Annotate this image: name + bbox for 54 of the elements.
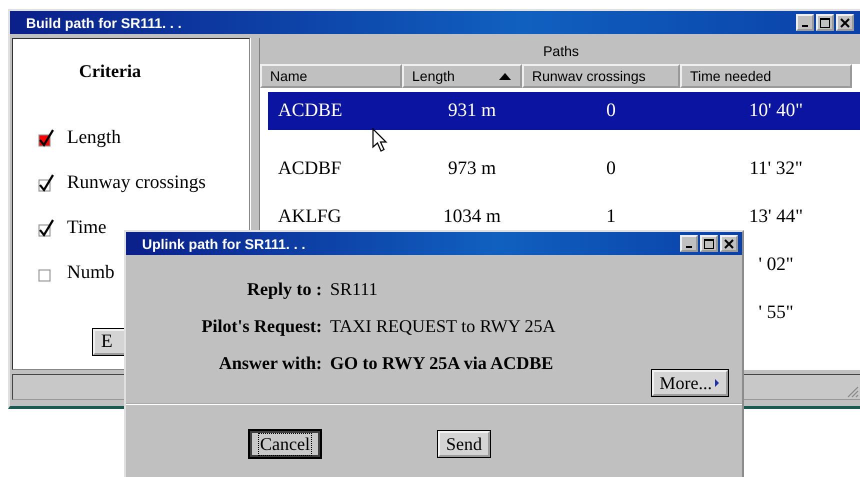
mouse-pointer-icon: [372, 128, 390, 154]
criterion-label: Runway crossings: [67, 172, 206, 194]
minimize-icon: [686, 246, 692, 248]
table-cell: 0: [606, 158, 616, 179]
minimize-button[interactable]: [680, 235, 698, 252]
field-label: Reply to :: [246, 279, 322, 300]
table-cell: ACDBE: [278, 100, 342, 121]
edit-button[interactable]: E: [93, 329, 127, 355]
table-cell: 13' 44": [749, 206, 803, 227]
criterion-label: Time: [67, 217, 106, 239]
close-button[interactable]: [720, 235, 738, 252]
table-cell: 10' 40": [749, 100, 803, 121]
field-value: SR111: [330, 279, 379, 300]
table-cell: 973 m: [448, 158, 496, 179]
column-header[interactable]: Time needed: [680, 64, 852, 88]
table-cell: 1034 m: [443, 206, 501, 227]
field-value: TAXI REQUEST to RWY 25A: [330, 316, 557, 337]
minimize-icon: [802, 25, 808, 27]
field-label: Pilot's Request:: [200, 316, 322, 337]
criteria-heading: Criteria: [79, 61, 141, 82]
table-cell: AKLFG: [278, 206, 342, 227]
checkbox[interactable]: [37, 218, 57, 238]
column-header[interactable]: Name: [260, 64, 402, 88]
maximize-icon: [704, 238, 714, 248]
column-header[interactable]: Length: [402, 64, 522, 88]
selected-row[interactable]: ACDBE 931 m 0 10' 40": [268, 92, 860, 130]
criterion-label: Numb: [67, 262, 114, 284]
field-value: GO to RWY 25A via ACDBE: [330, 353, 554, 374]
table-cell: 931 m: [448, 100, 496, 121]
close-button[interactable]: [836, 14, 854, 31]
window-title: Uplink path for SR111. . .: [142, 236, 306, 252]
field-label: Answer with:: [218, 353, 322, 374]
close-icon: [840, 18, 850, 28]
resize-grip-icon[interactable]: [847, 386, 859, 398]
checkbox[interactable]: [37, 128, 57, 148]
column-header[interactable]: Runwav crossings: [522, 64, 680, 88]
window-title: Build path for SR111. . .: [26, 14, 182, 30]
minimize-button[interactable]: [796, 14, 814, 31]
paths-header: Paths: [260, 38, 860, 64]
more-button[interactable]: More...: [652, 370, 728, 396]
dialog-button[interactable]: Send: [438, 431, 490, 457]
checkbox[interactable]: [37, 173, 57, 193]
table-cell: 11' 32": [749, 158, 803, 179]
close-icon: [724, 238, 734, 248]
table-row[interactable]: ACDBF 973 m 0 11' 32": [268, 146, 860, 192]
maximize-icon: [820, 18, 830, 28]
maximize-button[interactable]: [700, 235, 718, 252]
criterion-label: Length: [67, 127, 121, 149]
table-cell: 1: [606, 206, 616, 227]
triangle-icon: [714, 379, 720, 387]
maximize-button[interactable]: [816, 14, 834, 31]
dialog-button[interactable]: Cancel: [250, 431, 320, 457]
table-cell: 0: [606, 100, 616, 121]
table-cell: ACDBF: [278, 158, 342, 179]
